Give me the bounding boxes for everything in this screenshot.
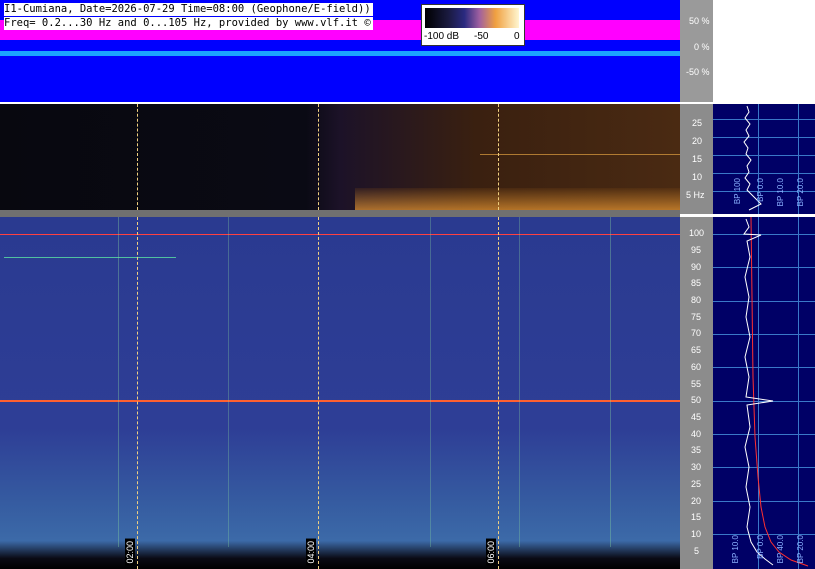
- lower-tick: 50: [691, 395, 702, 405]
- lower-tick: 70: [691, 328, 702, 338]
- station-title: I1-Cumiana, Date=2026-07-29 Time=08:00 (…: [4, 3, 373, 16]
- line-50hz: [0, 400, 680, 402]
- scale-label-max: 0: [514, 31, 520, 42]
- lower-spectrum-panel: BP 10.0 BP 0.0 BP 40.0 BP 20.0: [713, 217, 815, 569]
- lower-tick: 90: [691, 262, 702, 272]
- rp-bot-label-3: BP 40.0: [776, 535, 785, 564]
- db-color-scale: -100 dB -50 0: [421, 4, 525, 46]
- time-marker-0200: [137, 217, 138, 569]
- amp-tick-0: 0 %: [694, 42, 710, 52]
- spike-line: [519, 217, 520, 547]
- line-100hz: [0, 234, 680, 235]
- lower-tick: 75: [691, 312, 702, 322]
- time-label-0200: 02:00: [125, 539, 135, 566]
- lower-tick: 40: [691, 429, 702, 439]
- resonance-line: [480, 154, 680, 155]
- lower-tick: 10: [691, 529, 702, 539]
- spike-line: [430, 217, 431, 547]
- time-marker-0200-upper: [137, 104, 138, 210]
- upper-tick-15: 15: [692, 154, 703, 164]
- time-marker-0600: [498, 217, 499, 569]
- lower-tick: 15: [691, 512, 702, 522]
- time-label-0600: 06:00: [486, 539, 496, 566]
- lower-freq-axis: 100 95 90 85 80 75 70 65 60 55 50 45 40 …: [680, 217, 713, 569]
- spike-line: [228, 217, 229, 547]
- frequency-info: Freq= 0.2...30 Hz and 0...105 Hz, provid…: [4, 17, 373, 30]
- upper-tick-20: 20: [692, 136, 703, 146]
- lower-tick: 20: [691, 496, 702, 506]
- upper-freq-axis: 25 20 15 10 5 Hz: [680, 104, 713, 214]
- lower-tick: 5: [694, 546, 700, 556]
- spike-line: [118, 217, 119, 547]
- time-marker-0400-upper: [318, 104, 319, 210]
- short-tone-line: [4, 257, 176, 258]
- scale-label-mid: -50: [474, 31, 489, 42]
- lower-spectrum-trace: [743, 217, 809, 567]
- upper-tick-10: 10: [692, 172, 703, 182]
- upper-spectrum-panel: BP 100 BP 0.0 BP 10.0 BP 20.0: [713, 104, 815, 214]
- rp-top-label-4: BP 20.0: [796, 178, 805, 207]
- rp-bot-label-1: BP 10.0: [731, 535, 740, 564]
- time-label-0400: 04:00: [306, 539, 316, 566]
- amplitude-trace: [0, 51, 680, 56]
- rp-top-label-3: BP 10.0: [776, 178, 785, 207]
- spike-line: [610, 217, 611, 547]
- rp-top-label-2: BP 0.0: [756, 178, 765, 202]
- lower-tick: 65: [691, 345, 702, 355]
- scale-label-min: -100 dB: [424, 31, 460, 42]
- lower-tick: 100: [689, 228, 705, 238]
- lower-tick: 35: [691, 445, 702, 455]
- lower-tick: 85: [691, 278, 702, 288]
- lower-tick: 95: [691, 245, 702, 255]
- rp-bot-label-4: BP 20.0: [796, 535, 805, 564]
- lower-spectrogram: 02:00 04:00 06:00: [0, 217, 680, 569]
- upper-spectrogram: [0, 104, 680, 210]
- lower-tick: 60: [691, 362, 702, 372]
- lower-tick: 25: [691, 479, 702, 489]
- lower-tick: 55: [691, 379, 702, 389]
- amplitude-axis: 50 % 0 % -50 %: [680, 0, 713, 102]
- amp-tick-neg50: -50 %: [686, 67, 710, 77]
- amp-tick-50: 50 %: [689, 16, 710, 26]
- upper-tick-5hz: 5 Hz: [686, 190, 705, 200]
- rp-top-label-1: BP 100: [733, 178, 742, 205]
- color-scale-bar: [425, 8, 519, 28]
- lower-tick: 30: [691, 462, 702, 472]
- rp-bot-label-2: BP 0.0: [756, 535, 765, 559]
- lower-tick: 80: [691, 295, 702, 305]
- spectrogram-divider: [0, 210, 680, 217]
- time-marker-0400: [318, 217, 319, 569]
- lower-tick: 45: [691, 412, 702, 422]
- upper-tick-25: 25: [692, 118, 703, 128]
- low-frequency-activity: [355, 188, 680, 210]
- time-marker-0600-upper: [498, 104, 499, 210]
